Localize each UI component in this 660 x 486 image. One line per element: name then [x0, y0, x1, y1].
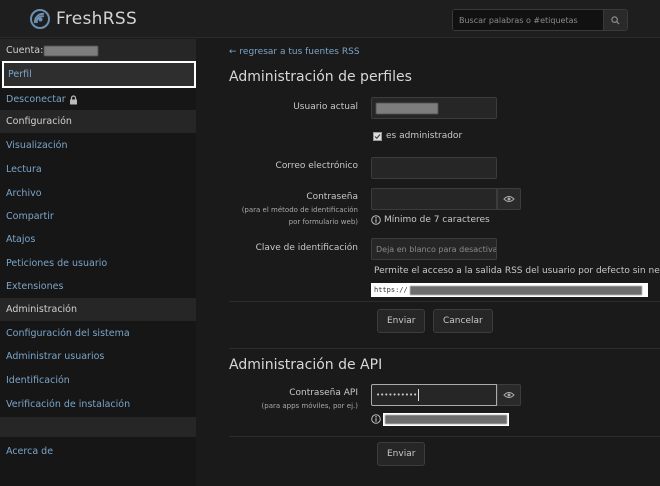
account-label: Cuenta: — [6, 45, 44, 56]
password-toggle-button[interactable] — [497, 188, 521, 210]
sidebar-item-label: Archivo — [6, 188, 42, 199]
section-title: Administración — [6, 304, 78, 315]
token-help-text: Permite el acceso a la salida RSS del us… — [374, 266, 660, 276]
api-password-label: Contraseña API — [289, 388, 358, 398]
current-user-label: Usuario actual — [293, 102, 358, 112]
sidebar-item-perfil[interactable]: Perfil — [2, 61, 196, 88]
search-box — [452, 9, 628, 31]
password-sub2: por formulario web) — [288, 218, 358, 226]
search-icon — [611, 15, 620, 25]
search-button[interactable] — [603, 10, 627, 30]
sidebar-item-label: Desconectar — [6, 94, 66, 105]
sidebar-item-compartir[interactable]: Compartir — [0, 205, 196, 228]
current-user-field — [371, 97, 497, 119]
main-content: ← regresar a tus fuentes RSS Administrac… — [196, 39, 660, 486]
api-password-value: •••••••••• — [376, 391, 418, 399]
profile-title: Administración de perfiles — [229, 69, 412, 85]
sidebar-item-label: Lectura — [6, 164, 42, 175]
api-password-toggle-button[interactable] — [497, 384, 521, 406]
sidebar-item-label: Atajos — [6, 234, 36, 245]
sidebar-item-visualizacion[interactable]: Visualización — [0, 134, 196, 157]
account-name-redacted — [44, 45, 99, 56]
logo[interactable]: FreshRSS — [30, 9, 137, 29]
token-label: Clave de identificación — [255, 243, 358, 253]
sidebar-item-label: Administrar usuarios — [6, 351, 105, 362]
header: FreshRSS — [0, 0, 660, 38]
password-help-text: Mínimo de 7 caracteres — [384, 215, 490, 225]
api-password-field[interactable]: •••••••••• — [371, 384, 497, 406]
email-label: Correo electrónico — [275, 161, 358, 171]
api-url-redacted — [385, 415, 507, 424]
sidebar-item-label: Identificación — [6, 375, 70, 386]
api-submit-button[interactable]: Enviar — [377, 442, 426, 466]
sidebar-item-label: Compartir — [6, 211, 54, 222]
sidebar-item-label: Peticiones de usuario — [6, 258, 108, 269]
lock-icon — [69, 94, 77, 104]
password-label: Contraseña — [306, 192, 358, 202]
token-help: Permite el acceso a la salida RSS del us… — [371, 266, 660, 276]
rss-url-box[interactable]: https:// — [371, 283, 648, 297]
password-sub1: (para el método de identificación — [241, 206, 358, 214]
account-row: Cuenta: — [0, 39, 196, 62]
section-divider — [229, 348, 660, 349]
section-title: Configuración — [6, 116, 72, 127]
eye-icon — [503, 196, 515, 202]
admin-checkbox-row: es administrador — [373, 131, 462, 141]
current-user-redacted — [376, 102, 438, 114]
info-icon — [371, 414, 381, 424]
password-field[interactable] — [371, 188, 497, 210]
sidebar: Cuenta: Perfil Desconectar Configuración… — [0, 39, 196, 486]
cancel-button[interactable]: Cancelar — [433, 309, 493, 333]
sidebar-item-peticiones[interactable]: Peticiones de usuario — [0, 252, 196, 275]
freshrss-logo-icon — [30, 9, 50, 29]
submit-button[interactable]: Enviar — [377, 309, 426, 333]
api-title: Administración de API — [229, 357, 383, 373]
sidebar-item-lectura[interactable]: Lectura — [0, 158, 196, 181]
sidebar-item-admin-usuarios[interactable]: Administrar usuarios — [0, 345, 196, 368]
text-cursor — [418, 389, 420, 401]
sidebar-divider — [0, 417, 196, 437]
email-field[interactable] — [371, 157, 497, 179]
rss-url-prefix: https:// — [374, 286, 408, 294]
sidebar-item-label: Perfil — [8, 69, 32, 80]
api-password-sub: (para apps móviles, por ej.) — [261, 402, 358, 410]
sidebar-item-extensiones[interactable]: Extensiones — [0, 275, 196, 298]
sidebar-item-label: Extensiones — [6, 281, 64, 292]
search-input[interactable] — [453, 10, 603, 30]
api-divider — [229, 436, 660, 437]
admin-checkbox-label: es administrador — [386, 131, 463, 141]
app-name: FreshRSS — [56, 9, 138, 29]
sidebar-item-archivo[interactable]: Archivo — [0, 182, 196, 205]
sidebar-item-label: Configuración del sistema — [6, 328, 130, 339]
token-field[interactable] — [371, 238, 497, 260]
sidebar-item-label: Visualización — [6, 140, 68, 151]
info-icon — [371, 215, 381, 225]
password-help: Mínimo de 7 caracteres — [371, 215, 490, 225]
sidebar-item-identificacion[interactable]: Identificación — [0, 369, 196, 392]
sidebar-item-atajos[interactable]: Atajos — [0, 228, 196, 251]
form-divider — [229, 301, 660, 302]
sidebar-item-config-sistema[interactable]: Configuración del sistema — [0, 322, 196, 345]
sidebar-item-logout[interactable]: Desconectar — [0, 88, 196, 111]
rss-url-redacted — [409, 285, 642, 295]
sidebar-header-config: Configuración — [0, 110, 196, 133]
sidebar-item-label: Acerca de — [6, 446, 54, 457]
eye-icon — [503, 392, 515, 398]
sidebar-item-label: Verificación de instalación — [6, 399, 131, 410]
sidebar-item-verificacion[interactable]: Verificación de instalación — [0, 393, 196, 416]
checkbox-icon[interactable] — [373, 131, 382, 141]
back-link[interactable]: ← regresar a tus fuentes RSS — [229, 47, 360, 57]
api-url-box[interactable] — [383, 413, 509, 426]
sidebar-header-admin: Administración — [0, 298, 196, 321]
sidebar-item-acerca[interactable]: Acerca de — [0, 440, 196, 463]
